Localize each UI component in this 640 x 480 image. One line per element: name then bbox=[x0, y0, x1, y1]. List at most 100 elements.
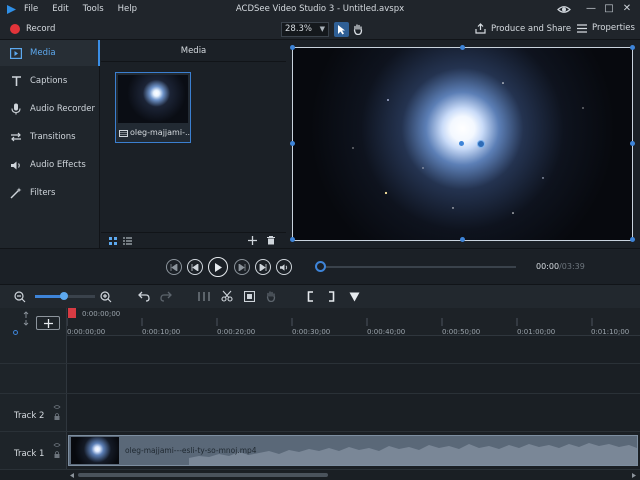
ruler-tick: 0:00:20;00 bbox=[217, 328, 256, 336]
zoom-value: 28.3% bbox=[285, 24, 313, 34]
marker-icon[interactable] bbox=[349, 292, 360, 302]
ruler-tick: 0:00:50;00 bbox=[442, 328, 481, 336]
media-item-name: oleg-majjami-... bbox=[130, 128, 190, 137]
time-ruler[interactable]: 0:00:00;00 0:00:00;00 0:00:10;00 0:00:20… bbox=[67, 308, 640, 336]
add-icon[interactable] bbox=[248, 236, 257, 245]
previous-frame-button[interactable] bbox=[187, 259, 203, 275]
anchor-point[interactable] bbox=[459, 141, 464, 146]
pan-hand-icon[interactable] bbox=[266, 291, 277, 302]
sidebar: Media Captions Audio Recorder Transition… bbox=[0, 40, 100, 248]
ruler-tick: 0:01:10;00 bbox=[591, 328, 630, 336]
timeline-horizontal-scrollbar[interactable] bbox=[68, 470, 640, 480]
video-clip[interactable]: oleg-majjami---esli-ty-so-mnoj.mp4 bbox=[68, 435, 638, 466]
play-button[interactable] bbox=[208, 257, 228, 277]
timecode: 00:00/03:39 bbox=[536, 262, 585, 271]
zoom-select[interactable]: 28.3% ▼ bbox=[281, 22, 329, 37]
media-panel-title: Media bbox=[101, 40, 286, 62]
sidebar-item-media[interactable]: Media bbox=[0, 40, 100, 66]
resize-handle-s[interactable] bbox=[460, 237, 465, 242]
media-panel-footer bbox=[101, 232, 286, 248]
scrollbar-thumb[interactable] bbox=[78, 473, 328, 477]
resize-handle-nw[interactable] bbox=[290, 45, 295, 50]
minimize-button[interactable]: — bbox=[583, 2, 599, 16]
close-button[interactable]: ✕ bbox=[619, 2, 635, 16]
next-frame-disabled-button[interactable] bbox=[234, 259, 250, 275]
properties-button[interactable]: Properties bbox=[577, 23, 635, 33]
zoom-out-icon[interactable] bbox=[14, 291, 26, 303]
skip-to-start-button[interactable] bbox=[166, 259, 182, 275]
trash-icon[interactable] bbox=[267, 236, 275, 245]
rotation-handle[interactable] bbox=[477, 140, 485, 148]
speaker-icon bbox=[10, 159, 22, 171]
magic-wand-icon bbox=[10, 187, 22, 199]
scrub-bar[interactable] bbox=[320, 266, 516, 268]
cursor-icon bbox=[338, 25, 345, 35]
step-back-icon bbox=[191, 263, 199, 271]
resize-handle-ne[interactable] bbox=[630, 45, 635, 50]
current-time: 00:00 bbox=[536, 262, 560, 271]
skip-back-icon bbox=[170, 263, 178, 271]
menu-help[interactable]: Help bbox=[118, 4, 137, 14]
resize-handle-sw[interactable] bbox=[290, 237, 295, 242]
sidebar-item-audio-effects[interactable]: Audio Effects bbox=[0, 152, 100, 178]
title-bar: File Edit Tools Help ACDSee Video Studio… bbox=[0, 0, 640, 19]
timeline: 0:00:00;00 0:00:00;00 0:00:10;00 0:00:20… bbox=[0, 308, 640, 480]
scrub-handle[interactable] bbox=[315, 261, 326, 272]
timeline-toolbar bbox=[0, 284, 640, 308]
sidebar-item-captions[interactable]: Captions bbox=[0, 68, 100, 94]
eye-icon[interactable] bbox=[557, 4, 571, 15]
redo-icon[interactable] bbox=[160, 291, 172, 302]
sidebar-item-transitions[interactable]: Transitions bbox=[0, 124, 100, 150]
sidebar-item-audio-recorder[interactable]: Audio Recorder bbox=[0, 96, 100, 122]
menu-bar: File Edit Tools Help bbox=[24, 4, 137, 14]
track-row-track-2[interactable]: Track 2 bbox=[0, 394, 640, 432]
scroll-left-icon[interactable] bbox=[70, 473, 75, 478]
track-2-label: Track 2 bbox=[14, 411, 45, 421]
microphone-icon bbox=[10, 103, 22, 115]
resize-handle-n[interactable] bbox=[460, 45, 465, 50]
sidebar-item-label: Filters bbox=[30, 188, 56, 198]
track-2-controls-icon[interactable] bbox=[53, 404, 61, 422]
timeline-zoom-fill bbox=[35, 295, 63, 298]
track-1-controls-icon[interactable] bbox=[53, 442, 61, 460]
snapshot-icon[interactable] bbox=[244, 291, 255, 302]
grid-view-icon[interactable] bbox=[109, 237, 117, 245]
resize-handle-e[interactable] bbox=[630, 141, 635, 146]
resize-handle-w[interactable] bbox=[290, 141, 295, 146]
record-button[interactable]: Record bbox=[26, 24, 55, 34]
record-icon[interactable] bbox=[10, 24, 20, 34]
menu-file[interactable]: File bbox=[24, 4, 38, 14]
zoom-in-icon[interactable] bbox=[100, 291, 112, 303]
sidebar-item-label: Captions bbox=[30, 76, 68, 86]
clip-name: oleg-majjami---esli-ty-so-mnoj.mp4 bbox=[125, 446, 257, 455]
split-icon[interactable] bbox=[198, 291, 210, 302]
track-1-label: Track 1 bbox=[14, 449, 45, 459]
share-icon bbox=[475, 23, 486, 34]
list-view-icon[interactable] bbox=[123, 237, 132, 245]
hand-tool-button[interactable] bbox=[350, 22, 365, 37]
pointer-tool-button[interactable] bbox=[334, 22, 349, 37]
menu-tools[interactable]: Tools bbox=[83, 4, 104, 14]
snap-icon[interactable] bbox=[22, 311, 30, 337]
skip-forward-icon bbox=[259, 263, 267, 271]
menu-edit[interactable]: Edit bbox=[52, 4, 68, 14]
produce-and-share-button[interactable]: Produce and Share bbox=[475, 23, 571, 34]
captions-icon bbox=[10, 75, 22, 87]
maximize-button[interactable]: □ bbox=[601, 2, 617, 16]
sidebar-item-filters[interactable]: Filters bbox=[0, 180, 100, 206]
timeline-zoom-handle[interactable] bbox=[60, 292, 68, 300]
resize-handle-se[interactable] bbox=[630, 237, 635, 242]
ruler-tick: 0:00:10;00 bbox=[142, 328, 181, 336]
scroll-right-icon[interactable] bbox=[631, 473, 636, 478]
playhead[interactable] bbox=[68, 308, 76, 318]
skip-to-end-button[interactable] bbox=[255, 259, 271, 275]
mark-in-icon[interactable] bbox=[307, 291, 314, 302]
hand-icon bbox=[353, 24, 363, 35]
media-panel: Media oleg-majjami-... bbox=[101, 40, 286, 248]
media-item[interactable]: oleg-majjami-... bbox=[115, 72, 191, 143]
mark-out-icon[interactable] bbox=[328, 291, 335, 302]
volume-button[interactable] bbox=[276, 259, 292, 275]
add-track-button[interactable] bbox=[36, 316, 60, 330]
undo-icon[interactable] bbox=[138, 291, 150, 302]
scissors-icon[interactable] bbox=[221, 290, 233, 302]
